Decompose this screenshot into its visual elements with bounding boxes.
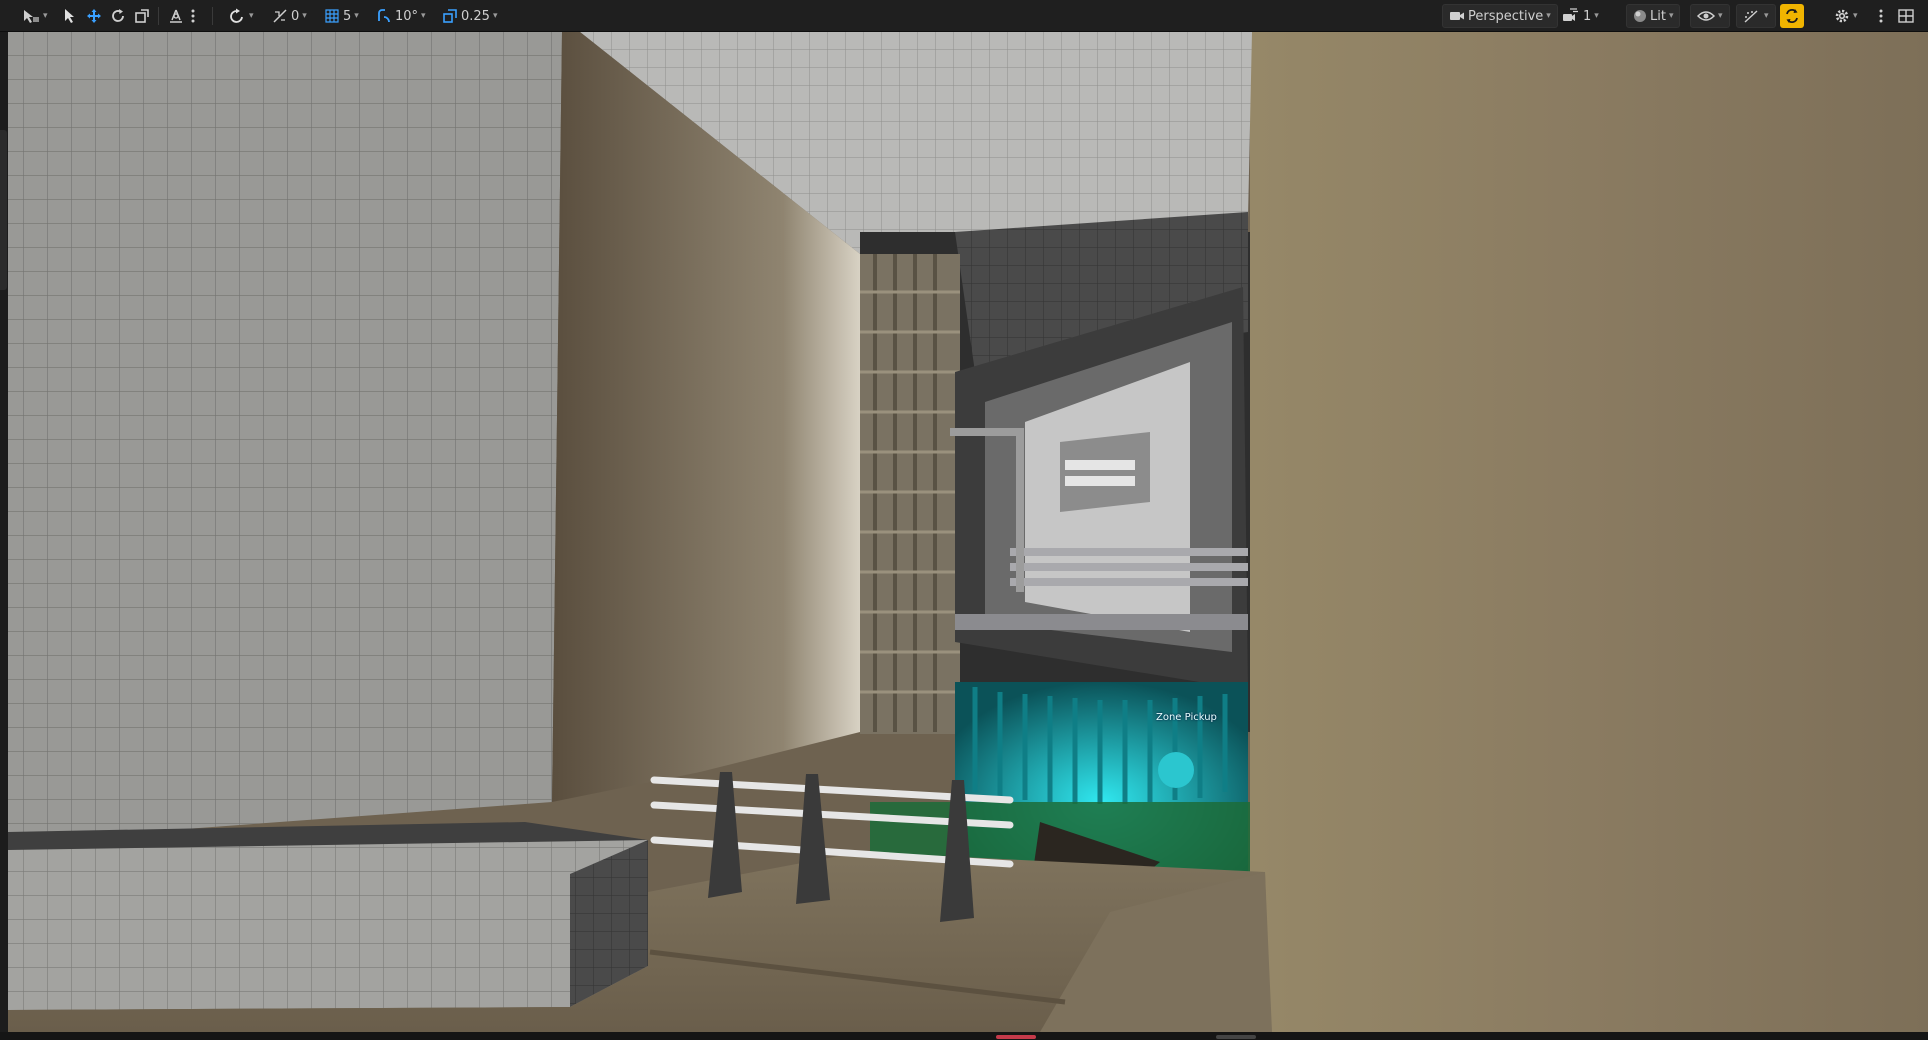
status-indicator-red [996, 1035, 1036, 1039]
chevron-down-icon: ▾ [302, 11, 307, 21]
scale-snap-dropdown[interactable]: 0.25 ▾ [438, 4, 501, 28]
rotation-snap-icon [378, 9, 390, 23]
layout-grid-icon [1898, 9, 1914, 23]
surface-snapping-dropdown[interactable]: 0 ▾ [268, 4, 311, 28]
rotate-icon [112, 9, 124, 22]
chevron-down-icon: ▾ [492, 11, 498, 21]
toolbar-divider [212, 7, 213, 25]
show-flags-dropdown[interactable]: ▾ [1690, 4, 1730, 28]
more-options-button[interactable] [186, 4, 200, 28]
vertical-dots-icon [1879, 9, 1883, 23]
surface-snap-button[interactable] [164, 4, 188, 28]
grid-snap-dropdown[interactable]: 5 ▾ [320, 4, 363, 28]
camera-speed-value: 1 [1583, 8, 1592, 24]
layout-button[interactable] [1894, 4, 1918, 28]
chevron-down-icon: ▾ [1764, 11, 1769, 21]
grid-snap-icon [325, 9, 339, 23]
chevron-down-icon: ▾ [1853, 11, 1858, 21]
select-mode-dropdown[interactable]: ▾ [18, 4, 52, 28]
grid-snap-value: 5 [343, 8, 352, 24]
chevron-down-icon: ▾ [1668, 11, 1674, 21]
viewport-toolbar: ▾ ▾ 0 ▾ 5 ▾ 10° ▾ 0.25 ▾ Perspective ▾ 1… [0, 0, 1928, 32]
chevron-down-icon: ▾ [1546, 11, 1551, 21]
viewport-options-button[interactable] [1874, 4, 1888, 28]
scalability-icon [1744, 10, 1758, 23]
rotate-tool-button[interactable] [106, 4, 130, 28]
snap-surface-icon [273, 9, 287, 23]
chevron-down-icon: ▾ [1718, 11, 1723, 21]
bottom-status-strip [0, 1032, 1928, 1040]
viewport-settings-dropdown[interactable]: ▾ [1830, 4, 1862, 28]
chevron-down-icon: ▾ [249, 11, 254, 21]
select-mode-icon [24, 10, 39, 23]
view-mode-dropdown[interactable]: Lit ▾ [1626, 4, 1681, 28]
scale-icon [135, 9, 149, 23]
realtime-toggle-button[interactable] [1780, 4, 1804, 28]
select-tool-button[interactable] [58, 4, 80, 28]
chevron-down-icon: ▾ [1594, 11, 1599, 21]
lit-sphere-icon [1634, 10, 1646, 22]
eye-icon [1697, 11, 1715, 21]
rotation-snap-value: 10° [395, 8, 419, 24]
zone-label: Zone Pickup [1156, 712, 1217, 723]
view-mode-label: Lit [1650, 8, 1666, 24]
chevron-down-icon: ▾ [43, 11, 48, 21]
scale-snap-icon [443, 9, 457, 23]
rotation-snap-dropdown[interactable]: 10° ▾ [372, 4, 430, 28]
vertical-dots-icon [191, 9, 195, 23]
select-arrow-icon [65, 9, 74, 23]
perspective-dropdown[interactable]: Perspective ▾ [1442, 4, 1558, 28]
chevron-down-icon: ▾ [421, 11, 426, 21]
performance-scalability-dropdown[interactable]: ▾ [1736, 4, 1776, 28]
surface-snap-icon [170, 9, 182, 23]
realtime-icon [1786, 9, 1798, 23]
coordinate-space-dropdown[interactable]: ▾ [224, 4, 258, 28]
camera-speed-dropdown[interactable]: 1 ▾ [1558, 4, 1603, 28]
toolbar-divider [158, 7, 159, 25]
status-indicator-grey [1216, 1035, 1256, 1039]
chevron-down-icon: ▾ [354, 11, 359, 21]
camera-speed-icon [1563, 8, 1578, 21]
gear-icon [1835, 9, 1849, 23]
snap-rotation-value: 0 [291, 8, 300, 24]
perspective-label: Perspective [1468, 8, 1544, 24]
scale-snap-value: 0.25 [461, 8, 490, 24]
scaffold-frame [860, 254, 960, 734]
scale-tool-button[interactable] [130, 4, 154, 28]
level-viewport[interactable]: Zone Pickup [0, 32, 1928, 1032]
translate-icon [87, 9, 101, 23]
scene-render [0, 32, 1928, 1032]
world-rotate-icon [230, 8, 243, 23]
translate-tool-button[interactable] [82, 4, 106, 28]
camera-icon [1450, 12, 1464, 20]
panel-collapse-handle[interactable] [0, 130, 7, 290]
